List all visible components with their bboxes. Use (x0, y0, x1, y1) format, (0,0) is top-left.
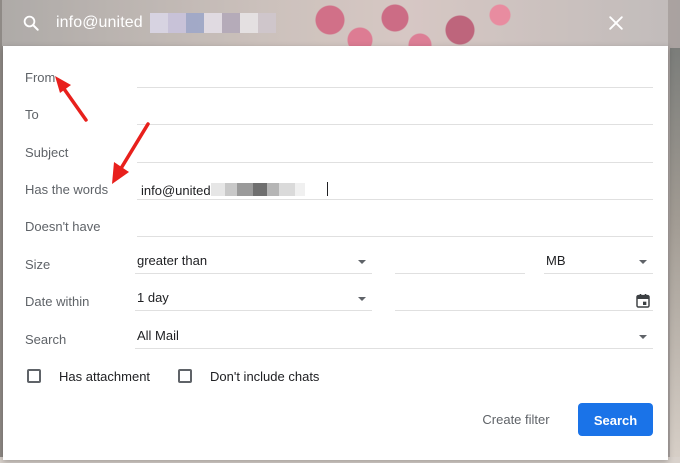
create-filter-button[interactable]: Create filter (473, 404, 559, 434)
subject-field[interactable] (137, 138, 653, 163)
background-edge-right (670, 48, 680, 463)
size-label: Size (25, 257, 51, 272)
size-unit-select[interactable]: MB (544, 249, 653, 274)
doesnt-have-label: Doesn't have (25, 219, 101, 234)
from-field[interactable] (137, 63, 653, 88)
search-scope-select[interactable]: All Mail (135, 324, 653, 349)
search-icon[interactable] (22, 14, 40, 32)
close-icon[interactable] (606, 13, 626, 33)
chevron-down-icon (358, 297, 366, 301)
chevron-down-icon (358, 260, 366, 264)
size-operator-value: greater than (137, 253, 208, 268)
date-field[interactable] (395, 286, 653, 311)
chevron-down-icon (639, 335, 647, 339)
size-operator-select[interactable]: greater than (135, 249, 372, 274)
search-scope-value: All Mail (137, 328, 179, 343)
calendar-icon[interactable] (635, 293, 651, 309)
search-button[interactable]: Search (578, 403, 653, 436)
size-value-field[interactable] (395, 249, 525, 274)
date-within-label: Date within (25, 294, 90, 309)
search-query-text[interactable]: info@united (56, 14, 143, 32)
has-attachment-label[interactable]: Has attachment (59, 369, 150, 384)
to-field[interactable] (137, 100, 653, 125)
dont-include-chats-label[interactable]: Don't include chats (210, 369, 319, 384)
has-words-label: Has the words (25, 182, 109, 197)
search-bar[interactable]: info@united (2, 0, 668, 46)
date-within-select[interactable]: 1 day (135, 286, 372, 311)
redacted-text (150, 13, 276, 33)
chevron-down-icon (639, 260, 647, 264)
annotation-arrow-from (55, 76, 88, 122)
doesnt-have-field[interactable] (137, 212, 653, 237)
search-scope-label: Search (25, 332, 67, 347)
to-label: To (25, 107, 39, 122)
size-unit-value: MB (546, 253, 566, 268)
from-label: From (25, 70, 56, 85)
search-options-dialog: From To Subject Has the words info@unite… (3, 46, 668, 460)
text-cursor (327, 182, 328, 196)
redacted-text (211, 183, 305, 196)
dont-include-chats-checkbox[interactable] (178, 369, 192, 383)
annotation-arrow-has-words (112, 122, 150, 184)
subject-label: Subject (25, 145, 69, 160)
date-within-value: 1 day (137, 290, 169, 305)
has-attachment-checkbox[interactable] (27, 369, 41, 383)
